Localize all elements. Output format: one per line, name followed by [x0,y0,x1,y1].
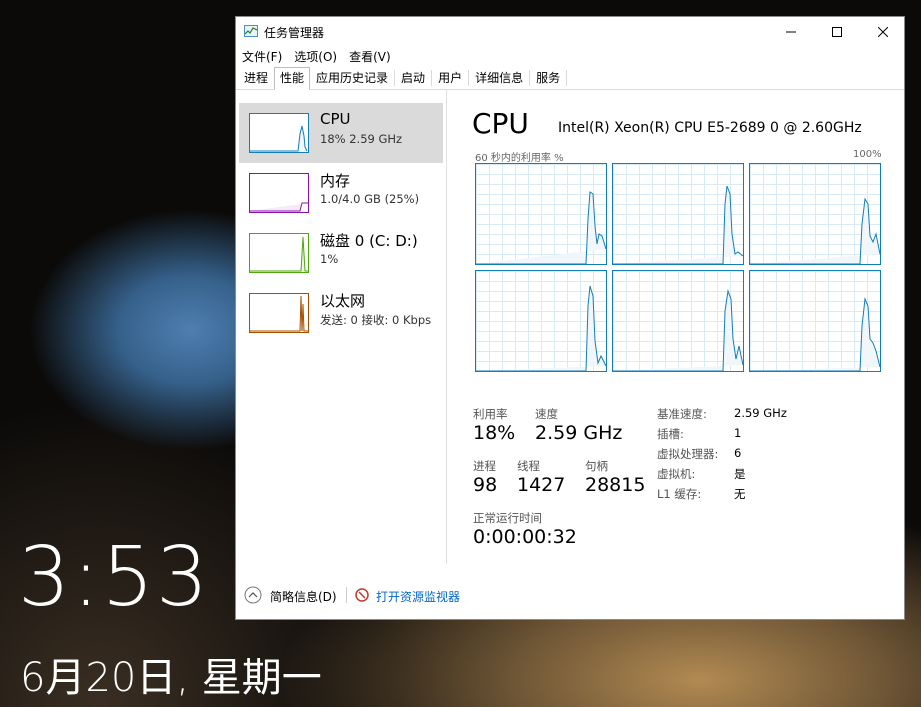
utilization-value: 18% [473,422,516,444]
detail-value: 2.59 GHz [734,406,787,420]
footer-divider [346,587,347,603]
cpu-core-graph [475,163,607,265]
processes-value: 98 [473,474,498,496]
detail-value: 是 [734,467,746,481]
handles-value: 28815 [585,474,646,496]
tab-details[interactable]: 详细信息 [469,67,529,89]
menu-file[interactable]: 文件(F) [242,47,282,67]
resource-monitor-icon [355,588,369,602]
utilization-label: 利用率 [473,407,508,421]
task-manager-window: 任务管理器 文件(F) 选项(O) 查看(V) 进程 性能 应用历史记录 启动 … [235,16,905,620]
detail-key: 插槽: [657,427,684,441]
sidebar-item-ethernet[interactable]: 以太网 发送: 0 接收: 0 Kbps [239,283,443,343]
lockscreen-date: 6月20日, 星期一 [20,655,322,701]
task-manager-icon [244,25,258,37]
tab-performance[interactable]: 性能 [274,67,311,90]
tab-services[interactable]: 服务 [530,67,566,89]
memory-thumbnail-graph [249,173,309,213]
menu-bar: 文件(F) 选项(O) 查看(V) [236,47,904,67]
resource-sidebar: CPU 18% 2.59 GHz 内存 1.0/4.0 GB (25%) 磁盘 … [236,89,447,564]
sidebar-item-label: 内存 [320,172,351,190]
processes-label: 进程 [473,459,496,473]
detail-key: L1 缓存: [657,487,702,501]
tab-divider [566,70,568,86]
speed-label: 速度 [535,407,558,421]
detail-key: 基准速度: [657,407,707,421]
sidebar-item-label: 磁盘 0 (C: D:) [320,232,418,250]
close-icon [878,27,888,37]
sidebar-item-value: 18% 2.59 GHz [320,132,403,146]
cpu-core-graph [612,163,744,265]
minimize-button[interactable] [768,17,814,47]
window-title: 任务管理器 [264,26,325,40]
handles-label: 句柄 [585,459,608,473]
menu-options[interactable]: 选项(O) [294,47,337,67]
sidebar-item-value: 1% [320,252,339,266]
sidebar-item-disk[interactable]: 磁盘 0 (C: D:) 1% [239,223,443,283]
lockscreen-time: 3:53 [18,530,211,625]
maximize-icon [832,27,842,37]
detail-value: 无 [734,487,746,501]
fewer-details-link[interactable]: 简略信息(D) [270,588,337,605]
cpu-core-graph [612,270,744,372]
menu-view[interactable]: 查看(V) [349,47,391,67]
detail-key: 虚拟处理器: [657,447,719,461]
cpu-detail-panel: CPU Intel(R) Xeon(R) CPU E5-2689 0 @ 2.6… [472,107,892,567]
sidebar-item-label: CPU [320,110,351,128]
cpu-core-graph [475,270,607,372]
cpu-thumbnail-graph [249,113,309,153]
tab-bar: 进程 性能 应用历史记录 启动 用户 详细信息 服务 [236,67,904,90]
graph-caption: 60 秒内的利用率 % [475,153,564,164]
graph-max-label: 100% [853,149,882,160]
detail-key: 虚拟机: [657,467,696,481]
speed-value: 2.59 GHz [535,422,623,444]
sidebar-item-value: 发送: 0 接收: 0 Kbps [320,313,432,327]
uptime-value: 0:00:00:32 [473,526,577,548]
panel-title: CPU [472,107,529,140]
maximize-button[interactable] [814,17,860,47]
tab-processes[interactable]: 进程 [238,67,274,89]
sidebar-item-value: 1.0/4.0 GB (25%) [320,192,420,206]
open-resource-monitor-link[interactable]: 打开资源监视器 [376,588,460,605]
detail-value: 6 [734,446,742,460]
title-bar[interactable]: 任务管理器 [236,17,904,47]
close-button[interactable] [860,17,906,47]
ethernet-thumbnail-graph [249,293,309,333]
uptime-label: 正常运行时间 [473,511,542,525]
tab-users[interactable]: 用户 [432,67,468,89]
disk-thumbnail-graph [249,233,309,273]
cpu-model-name: Intel(R) Xeon(R) CPU E5-2689 0 @ 2.60GHz [558,120,862,136]
sidebar-item-label: 以太网 [320,292,366,310]
threads-value: 1427 [517,474,566,496]
threads-label: 线程 [517,459,540,473]
detail-value: 1 [734,426,742,440]
cpu-core-graph [749,270,881,372]
sidebar-item-cpu[interactable]: CPU 18% 2.59 GHz [239,103,443,163]
window-footer: 简略信息(D) 打开资源监视器 [236,577,904,621]
collapse-chevron-icon[interactable] [244,586,262,604]
minimize-icon [786,31,796,33]
cpu-core-graph [749,163,881,265]
tab-startup[interactable]: 启动 [395,67,431,89]
sidebar-item-memory[interactable]: 内存 1.0/4.0 GB (25%) [239,163,443,223]
tab-app-history[interactable]: 应用历史记录 [310,67,394,89]
